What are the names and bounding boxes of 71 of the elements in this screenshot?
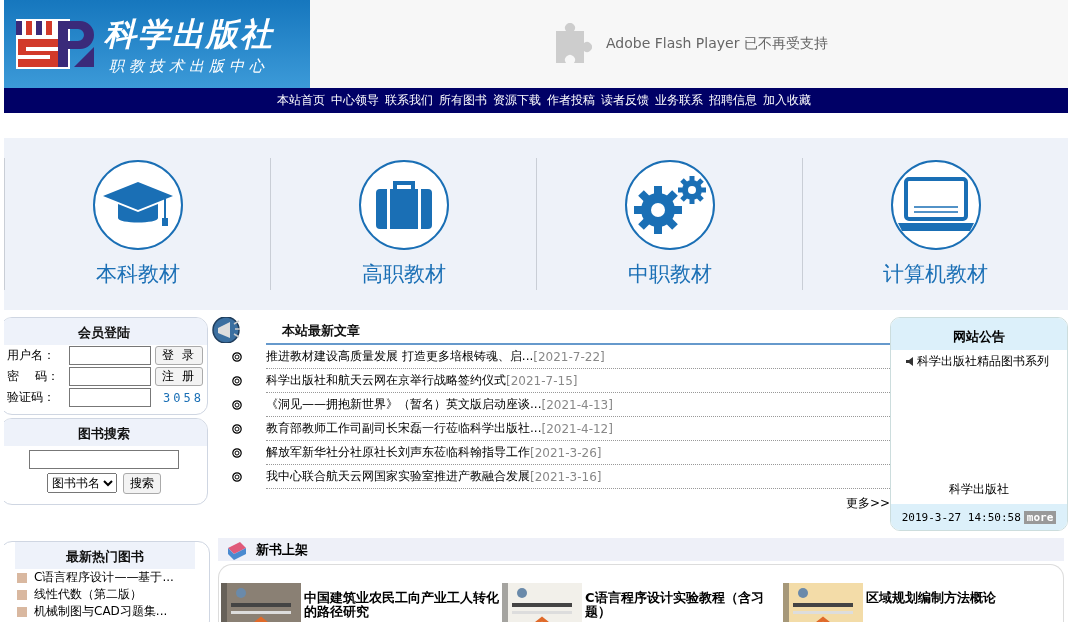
article-date: [2021-3-26] [530, 445, 602, 460]
article-date: [2021-4-13] [541, 397, 613, 412]
category-link[interactable]: 中职教材 [627, 260, 712, 288]
category-link[interactable]: 高职教材 [361, 260, 446, 288]
book-title[interactable]: 中国建筑业农民工向产业工人转化的路径研究 [304, 583, 499, 622]
category-link[interactable]: 本科教材 [95, 260, 180, 288]
field-label: 验证码： [7, 389, 56, 406]
section-title: 新书上架 [256, 540, 308, 559]
form-button[interactable]: 登 录 [155, 346, 203, 365]
field-label: 用户名： [7, 347, 56, 364]
input-field[interactable] [69, 388, 151, 407]
nav-link[interactable]: 联系我们 [385, 92, 433, 109]
panel-title: 图书搜索 [4, 419, 207, 446]
input-field[interactable] [69, 346, 151, 365]
bullet-icon [17, 572, 27, 583]
article-link[interactable]: 《洞见——拥抱新世界》（暂名）英文版启动座谈... [266, 396, 542, 413]
more-link[interactable]: 更多>> [845, 496, 890, 510]
field-label: 密 码： [7, 368, 60, 385]
nav-link[interactable]: 读者反馈 [601, 92, 649, 109]
book-link[interactable]: C语言程序设计——基于... [34, 569, 174, 586]
bullet-icon [232, 399, 242, 410]
article-link[interactable]: 科学出版社和航天云网在京举行战略签约仪式 [266, 372, 506, 389]
bullet-icon [17, 589, 27, 600]
notice-item[interactable]: 科学出版社精品图书系列 [917, 353, 1049, 370]
bullet-icon [232, 375, 242, 386]
nav-link[interactable]: 招聘信息 [709, 92, 757, 109]
panel-title: 网站公告 [891, 318, 1067, 350]
form-button[interactable]: 注 册 [155, 367, 203, 386]
bullet-icon [232, 351, 242, 362]
input-field[interactable] [69, 367, 151, 386]
logo-subtitle: 职教技术出版中心 [109, 56, 269, 76]
nav-link[interactable]: 业务联系 [655, 92, 703, 109]
speaker-icon [905, 356, 915, 367]
search-button[interactable]: 搜索 [123, 473, 161, 494]
books-icon [226, 539, 248, 560]
panel-title: 最新热门图书 [15, 542, 195, 569]
nav-link[interactable]: 作者投稿 [547, 92, 595, 109]
bullet-icon [232, 471, 242, 482]
plugin-message: Adobe Flash Player 已不再受支持 [606, 35, 828, 53]
article-link[interactable]: 解放军新华社分社原社长刘声东莅临科翰指导工作 [266, 444, 530, 461]
bullet-icon [232, 447, 242, 458]
logo[interactable]: 科学出版社 职教技术出版中心 [4, 0, 310, 88]
panel-title: 会员登陆 [4, 318, 207, 345]
article-link[interactable]: 推进教材建设高质量发展 打造更多培根铸魂、启... [266, 348, 534, 365]
book-title[interactable]: 区域规划编制方法概论 [866, 583, 996, 622]
megaphone-icon [212, 317, 242, 343]
logo-icon [14, 17, 96, 71]
article-date: [2021-3-16] [530, 469, 602, 484]
article-date: [2021-7-15] [506, 373, 578, 388]
article-link[interactable]: 教育部教师工作司副司长宋磊一行莅临科学出版社... [266, 420, 542, 437]
nav-link[interactable]: 资源下载 [493, 92, 541, 109]
bullet-icon [232, 423, 242, 434]
search-type-dropdown[interactable]: 图书书名 [47, 473, 117, 493]
nav-link[interactable]: 本站首页 [277, 92, 325, 109]
nav-link[interactable]: 加入收藏 [763, 92, 811, 109]
notice-timestamp: 2019-3-27 14:50:58 [901, 510, 1021, 524]
bullet-icon [17, 606, 27, 617]
notice-signature: 科学出版社 [948, 481, 1010, 498]
section-title: 本站最新文章 [282, 322, 360, 340]
book-link[interactable]: 机械制图与CAD习题集... [34, 603, 168, 620]
category-link[interactable]: 计算机教材 [883, 260, 988, 288]
nav-link[interactable]: 所有图书 [439, 92, 487, 109]
article-date: [2021-7-22] [533, 349, 605, 364]
search-field[interactable] [29, 450, 179, 469]
article-date: [2021-4-12] [541, 421, 613, 436]
article-link[interactable]: 我中心联合航天云网国家实验室推进产教融合发展 [266, 468, 530, 485]
logo-title: 科学出版社 [104, 13, 274, 55]
nav-link[interactable]: 中心领导 [331, 92, 379, 109]
book-title[interactable]: C语言程序设计实验教程（含习题） [585, 583, 780, 622]
book-link[interactable]: 线性代数（第二版） [34, 586, 142, 603]
captcha-code: 3058 [163, 390, 204, 405]
